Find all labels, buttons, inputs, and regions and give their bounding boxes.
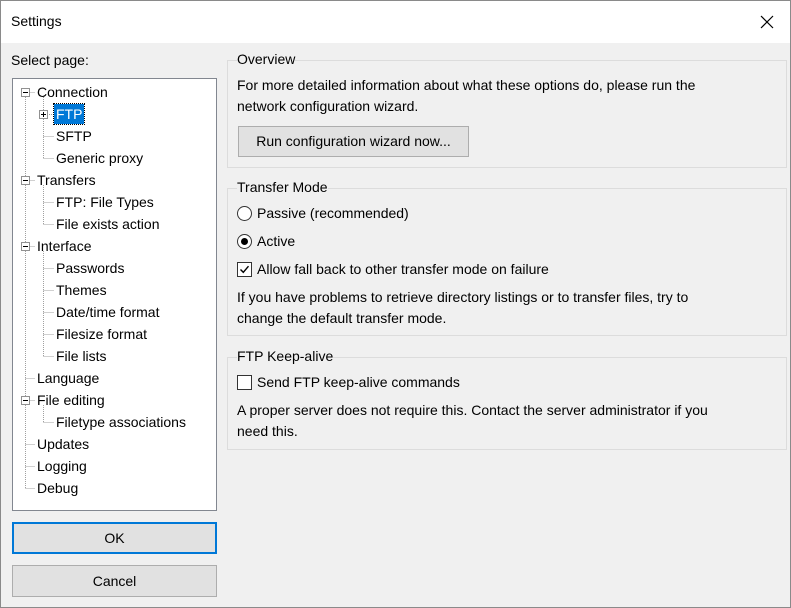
checkmark-icon [240, 265, 250, 274]
tree-collapse-transfers-button[interactable] [21, 176, 30, 185]
run-configuration-wizard-button[interactable]: Run configuration wizard now... [238, 126, 469, 157]
tree-expand-ftp-button[interactable] [39, 110, 48, 119]
title-bar: Settings [1, 1, 790, 43]
tree-item-file-exists-action[interactable]: File exists action [54, 214, 161, 234]
transfer-mode-hint-line-2: change the default transfer mode. [237, 310, 447, 326]
transfer-mode-title: Transfer Mode [237, 179, 328, 195]
tree-item-interface[interactable]: Interface [35, 236, 93, 256]
tree-collapse-connection-button[interactable] [21, 88, 30, 97]
tree-item-date-time-format[interactable]: Date/time format [54, 302, 161, 322]
tree-collapse-interface-button[interactable] [21, 242, 30, 251]
tree-item-ftp[interactable]: FTP [52, 103, 86, 125]
cancel-button[interactable]: Cancel [12, 565, 217, 597]
tree-item-file-lists[interactable]: File lists [54, 346, 109, 366]
overview-title: Overview [237, 51, 296, 67]
keepalive-label[interactable]: Send FTP keep-alive commands [257, 372, 460, 393]
passive-radio[interactable] [237, 206, 252, 221]
tree-item-transfers[interactable]: Transfers [35, 170, 98, 190]
tree-item-language[interactable]: Language [35, 368, 101, 388]
keepalive-title: FTP Keep-alive [237, 348, 334, 364]
fallback-checkbox[interactable] [237, 262, 252, 277]
tree-item-logging[interactable]: Logging [35, 456, 89, 476]
overview-text-line-1: For more detailed information about what… [237, 77, 696, 93]
settings-page-tree[interactable]: Connection FTP SFTP Generic proxy Transf… [12, 78, 217, 511]
passive-label[interactable]: Passive (recommended) [257, 203, 409, 224]
overview-text-line-2: network configuration wizard. [237, 98, 419, 114]
fallback-label[interactable]: Allow fall back to other transfer mode o… [257, 259, 549, 280]
tree-item-ftp-file-types[interactable]: FTP: File Types [54, 192, 156, 212]
keepalive-note-line-1: A proper server does not require this. C… [237, 402, 708, 418]
window-title: Settings [11, 13, 62, 29]
tree-item-themes[interactable]: Themes [54, 280, 109, 300]
tree-collapse-file-editing-button[interactable] [21, 396, 30, 405]
active-radio[interactable] [237, 234, 252, 249]
tree-item-connection[interactable]: Connection [35, 82, 110, 102]
tree-item-generic-proxy[interactable]: Generic proxy [54, 148, 145, 168]
close-button[interactable] [744, 1, 790, 43]
tree-item-filetype-associations[interactable]: Filetype associations [54, 412, 188, 432]
settings-window: Settings Select page: Connection FTP SFT… [0, 0, 791, 608]
active-label[interactable]: Active [257, 231, 295, 252]
close-icon [760, 15, 774, 29]
tree-item-updates[interactable]: Updates [35, 434, 91, 454]
tree-item-passwords[interactable]: Passwords [54, 258, 126, 278]
transfer-mode-hint-line-1: If you have problems to retrieve directo… [237, 289, 689, 305]
tree-item-filesize-format[interactable]: Filesize format [54, 324, 149, 344]
tree-item-sftp[interactable]: SFTP [54, 126, 94, 146]
ok-button[interactable]: OK [12, 522, 217, 554]
tree-item-debug[interactable]: Debug [35, 478, 80, 498]
tree-item-file-editing[interactable]: File editing [35, 390, 107, 410]
select-page-label: Select page: [11, 52, 89, 68]
keepalive-note-line-2: need this. [237, 423, 298, 439]
keepalive-checkbox[interactable] [237, 375, 252, 390]
